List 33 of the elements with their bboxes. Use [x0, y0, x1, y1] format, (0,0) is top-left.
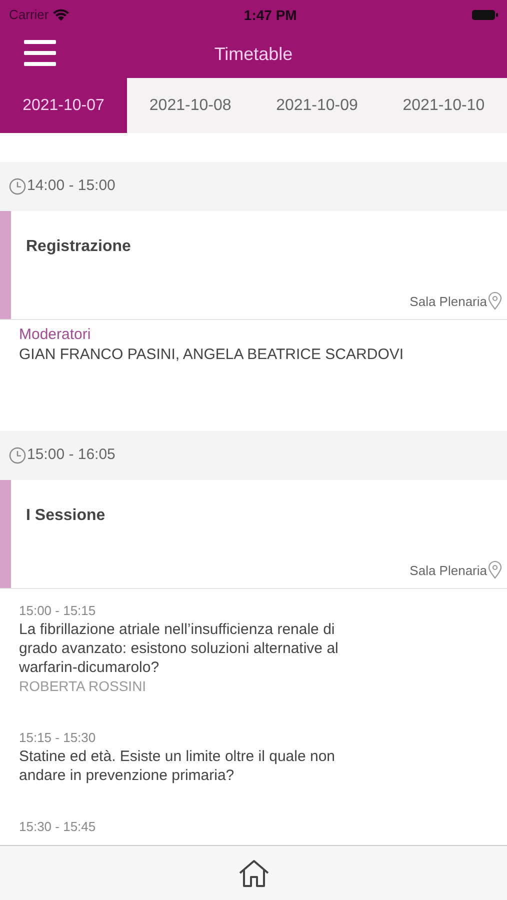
home-icon [238, 858, 270, 888]
time-range: 15:00 - 16:05 [27, 445, 116, 466]
date-tab[interactable]: 2021-10-09 [254, 78, 380, 133]
wifi-icon [52, 9, 69, 21]
date-tab[interactable]: 2021-10-08 [127, 78, 254, 133]
clock-time: 1:47 PM [244, 6, 297, 24]
date-tab[interactable]: 2021-10-07 [0, 78, 127, 133]
time-range: 14:00 - 15:00 [27, 176, 116, 196]
location-pin-icon [488, 292, 502, 310]
session-card[interactable]: Registrazione Sala Plenaria [0, 211, 507, 320]
talk-time: 15:00 - 15:15 [19, 602, 97, 620]
clock-icon [9, 447, 26, 464]
battery-icon [472, 9, 498, 21]
session-title: I Sessione [26, 506, 106, 526]
location-pin-icon [488, 561, 502, 580]
screen-title: Timetable [214, 42, 293, 66]
clock-icon [9, 178, 26, 195]
home-button[interactable] [236, 857, 270, 889]
talk-time: 15:15 - 15:30 [19, 729, 97, 747]
talk-title: Statine ed età. Esiste un limite oltre il quale non andare in prevenzione primaria? [19, 747, 336, 785]
session-card[interactable]: I Sessione Sala Plenaria [0, 480, 507, 589]
room-label: Sala Plenaria [410, 562, 487, 580]
carrier-label: Carrier [9, 6, 49, 24]
talk-speaker: ROBERTA ROSSINI [19, 677, 148, 696]
talk-title: La fibrillazione atriale nell’insufficienza renale di grado avanzato: esistono soluzioni alternative al warfarin-dicumarolo? [19, 620, 340, 677]
menu-button[interactable] [24, 38, 56, 68]
moderator-names: GIAN FRANCO PASINI, ANGELA BEATRICE SCARDOVI [19, 345, 405, 365]
menu-icon [24, 40, 56, 66]
date-tab[interactable]: 2021-10-10 [380, 78, 507, 133]
room-label: Sala Plenaria [410, 292, 487, 310]
talk-time: 15:30 - 15:45 [19, 818, 97, 836]
moderators-label: Moderatori [19, 325, 92, 345]
session-title: Registrazione [26, 237, 132, 257]
